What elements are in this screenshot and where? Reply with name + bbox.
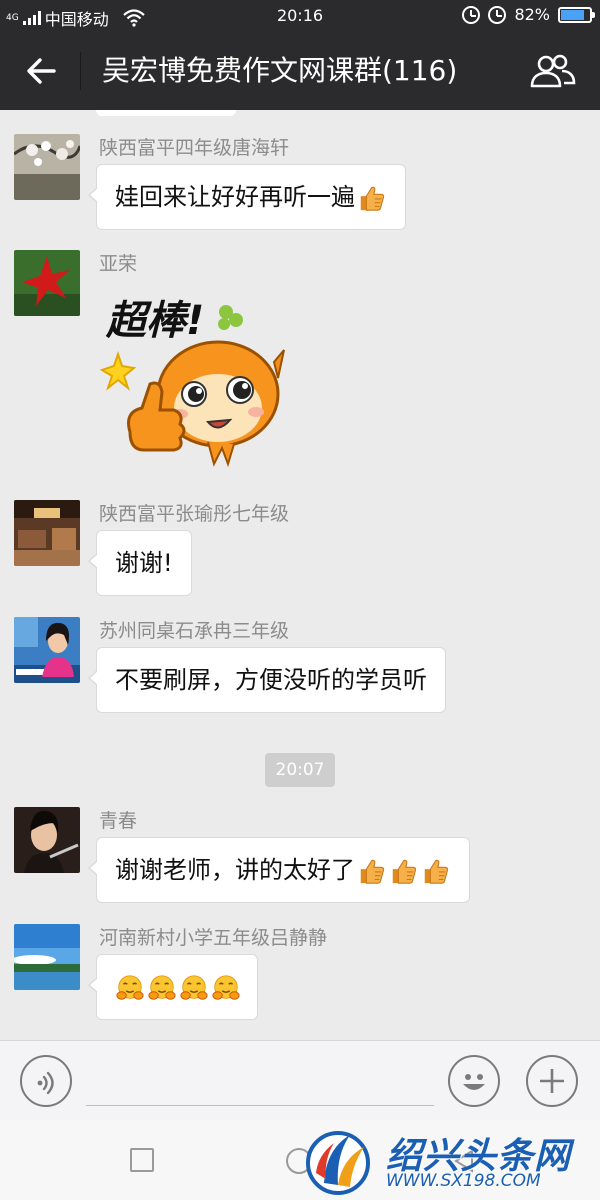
avatar[interactable]: [14, 134, 80, 200]
watermark-url: WWW.SX198.COM: [386, 1171, 541, 1191]
voice-button[interactable]: [20, 1055, 72, 1107]
smiley-icon: [463, 1074, 485, 1090]
site-watermark: 绍兴头条网 WWW.SX198.COM: [302, 1125, 594, 1197]
message-bubble[interactable]: 不要刷屏，方便没听的学员听: [88, 647, 446, 713]
chat-input-bar: [0, 1040, 600, 1120]
plus-icon: [540, 1069, 564, 1093]
message-text: 谢谢!: [115, 549, 173, 577]
status-bar: 4G 中国移动 20:16 82%: [0, 0, 600, 32]
sender-name: 陕西富平四年级唐海轩: [99, 137, 290, 159]
message-text: 谢谢老师，讲的太好了: [115, 856, 355, 884]
battery-percent: 82%: [514, 5, 550, 24]
avatar[interactable]: [14, 617, 80, 683]
recent-apps-button[interactable]: [130, 1148, 154, 1172]
rotation-lock-icon: [462, 5, 481, 24]
message-list[interactable]: 陕西富平四年级唐海轩 娃回来让好好再听一遍 亚荣 超棒! 陕西富平张瑜彤七年级 …: [0, 110, 600, 1040]
header-divider: [80, 52, 81, 90]
avatar[interactable]: [14, 250, 80, 316]
message-bubble[interactable]: 谢谢老师，讲的太好了: [88, 837, 470, 903]
sticker-text: 超棒!: [105, 298, 204, 344]
message-bubble[interactable]: 娃回来让好好再听一遍: [88, 164, 406, 230]
avatar[interactable]: [14, 807, 80, 873]
thumbs-up-icon: [357, 183, 387, 213]
battery-icon: [558, 6, 595, 23]
time-divider: 20:07: [265, 753, 335, 787]
sender-name: 陕西富平张瑜彤七年级: [99, 503, 290, 525]
alarm-icon: [488, 5, 507, 24]
message-text: 娃回来让好好再听一遍: [115, 183, 355, 211]
thumbs-up-icon: [389, 856, 419, 886]
battery-level: [561, 9, 584, 20]
back-arrow-icon[interactable]: [24, 54, 58, 88]
sender-name: 亚荣: [99, 253, 138, 275]
hug-face-icon: [179, 973, 209, 1003]
message-bubble[interactable]: 谢谢!: [88, 530, 192, 596]
hug-face-icon: [211, 973, 241, 1003]
emoji-button[interactable]: [448, 1055, 500, 1107]
input-underline: [86, 1105, 434, 1106]
message-input[interactable]: [88, 1055, 432, 1103]
group-members-icon[interactable]: [528, 54, 576, 88]
avatar[interactable]: [14, 500, 80, 566]
watermark-logo: [306, 1131, 370, 1195]
avatar[interactable]: [14, 924, 80, 990]
hug-face-icon: [147, 973, 177, 1003]
message-text: 不要刷屏，方便没听的学员听: [115, 666, 427, 694]
sender-name: 青春: [99, 810, 138, 832]
sender-name: 苏州同桌石承冉三年级: [99, 620, 290, 642]
more-button[interactable]: [526, 1055, 578, 1107]
group-title: 吴宏博免费作文网课群(116): [102, 54, 458, 87]
message-bubble[interactable]: [88, 954, 258, 1020]
sender-name: 河南新村小学五年级吕静静: [99, 927, 328, 949]
chat-header: 吴宏博免费作文网课群(116): [0, 32, 600, 110]
voice-icon: [37, 1071, 54, 1095]
previous-message-bubble: [96, 110, 236, 116]
monkey-thumbs-up-sticker[interactable]: 超棒!: [100, 282, 290, 472]
thumbs-up-icon: [421, 856, 451, 886]
thumbs-up-icon: [357, 856, 387, 886]
hug-face-icon: [115, 973, 145, 1003]
